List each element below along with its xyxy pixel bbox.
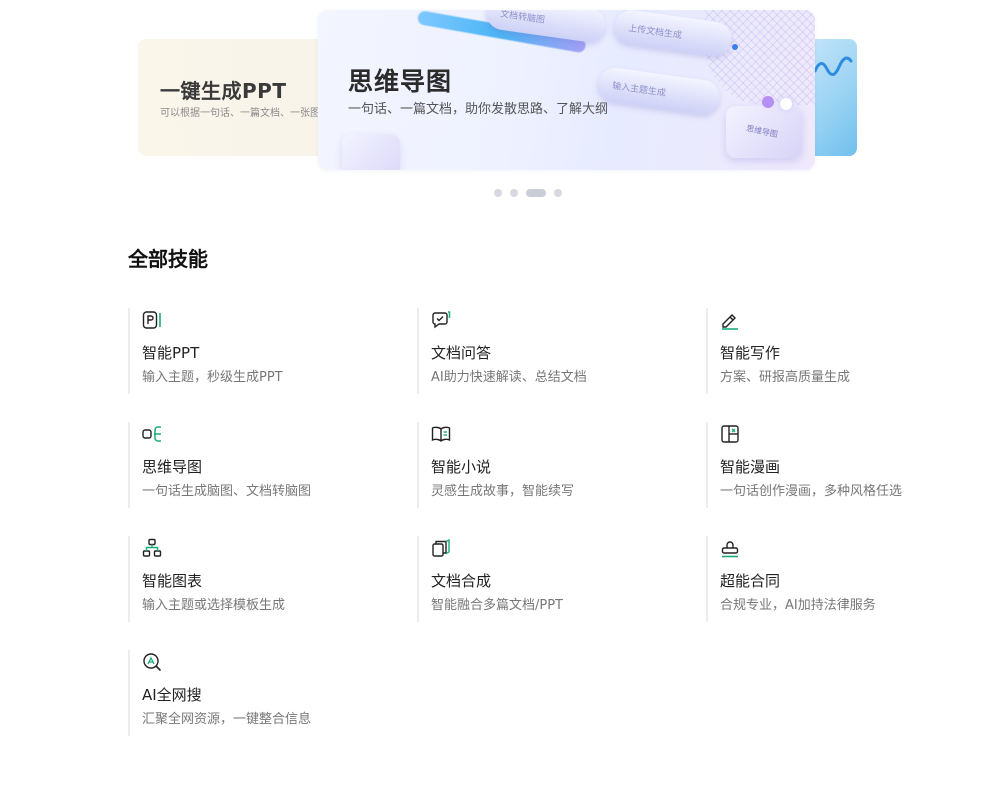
- carousel-pagination: [494, 189, 562, 197]
- skill-description: 方案、研报高质量生成: [720, 370, 851, 385]
- skill-name: 文档合成: [431, 572, 492, 590]
- carousel-dot[interactable]: [494, 189, 502, 197]
- pen-icon: [722, 314, 738, 330]
- skill-description: 智能融合多篇文档/PPT: [431, 598, 563, 613]
- skill-card-novel[interactable]: 智能小说 灵感生成故事，智能续写: [417, 422, 697, 508]
- ppt-icon: [142, 311, 161, 329]
- skill-card-doc-merge[interactable]: 文档合成 智能融合多篇文档/PPT: [417, 536, 697, 622]
- dot-decoration: [780, 98, 792, 110]
- carousel-dot[interactable]: [510, 189, 518, 197]
- slide-description: 一句话、一篇文档，助你发散思路、了解大纲: [348, 102, 609, 117]
- skill-card-mindmap[interactable]: 思维导图 一句话生成脑图、文档转脑图: [128, 422, 408, 508]
- skill-card-writing[interactable]: 智能写作 方案、研报高质量生成: [706, 308, 986, 394]
- skill-description: 合规专业，AI加持法律服务: [720, 598, 876, 613]
- brand-label: 思维导图: [745, 123, 779, 140]
- skill-card-ppt[interactable]: 智能PPT 输入主题，秒级生成PPT: [128, 308, 408, 394]
- skill-name: 智能小说: [431, 458, 492, 476]
- skill-description: 汇聚全网资源，一键整合信息: [142, 712, 312, 727]
- slide-description: 可以根据一句话、一篇文档、一张图: [160, 108, 320, 119]
- comic-panel-icon: [721, 425, 739, 443]
- skill-description: 输入主题，秒级生成PPT: [142, 370, 283, 385]
- skill-card-doc-qa[interactable]: 文档问答 AI助力快速解读、总结文档: [417, 308, 697, 394]
- stamp-icon: [721, 541, 739, 558]
- section-title: 全部技能: [128, 247, 208, 271]
- carousel-dot-active[interactable]: [526, 189, 546, 197]
- skill-name: 智能写作: [720, 344, 781, 362]
- dot-decoration: [762, 96, 774, 108]
- skill-description: AI助力快速解读、总结文档: [431, 370, 587, 385]
- slide-title: 一键生成PPT: [160, 79, 287, 103]
- skill-card-chart[interactable]: 智能图表 输入主题或选择模板生成: [128, 536, 408, 622]
- brand-cube-decoration: 思维导图: [726, 106, 802, 158]
- skill-name: 文档问答: [431, 344, 492, 362]
- deco-pill: 输入主题生成: [596, 65, 722, 117]
- ai-search-icon: [143, 653, 162, 672]
- skill-card-contract[interactable]: 超能合同 合规专业，AI加持法律服务: [706, 536, 986, 622]
- skill-card-ai-search[interactable]: AI全网搜 汇聚全网资源，一键整合信息: [128, 650, 408, 736]
- skill-description: 灵感生成故事，智能续写: [431, 484, 575, 499]
- carousel-dot[interactable]: [554, 189, 562, 197]
- book-icon: [431, 426, 451, 442]
- wave-decoration-icon: [813, 56, 853, 76]
- skill-description: 一句话生成脑图、文档转脑图: [142, 484, 312, 499]
- skill-name: 智能PPT: [142, 344, 200, 362]
- banner-carousel[interactable]: 一键生成PPT 可以根据一句话、一篇文档、一张图 文档转脑图 上传文档生成 输入…: [138, 10, 858, 172]
- skill-description: 输入主题或选择模板生成: [142, 598, 286, 613]
- skill-card-comic[interactable]: 智能漫画 一句话创作漫画，多种风格任选: [706, 422, 986, 508]
- skill-name: 智能图表: [142, 572, 203, 590]
- skill-name: 超能合同: [720, 572, 781, 590]
- chat-check-icon: [432, 311, 451, 329]
- cube-decoration: [342, 134, 400, 170]
- stacked-docs-icon: [432, 538, 450, 557]
- mindmap-icon: [142, 426, 161, 442]
- carousel-slide-mindmap[interactable]: 文档转脑图 上传文档生成 输入主题生成 思维导图 思维导图 一句话、一篇文档，助…: [318, 10, 815, 170]
- org-chart-icon: [142, 538, 162, 557]
- slide-title: 思维导图: [348, 67, 453, 96]
- skill-description: 一句话创作漫画，多种风格任选: [720, 484, 903, 499]
- skill-name: AI全网搜: [142, 686, 202, 704]
- skill-name: 智能漫画: [720, 458, 781, 476]
- dot-decoration: [732, 44, 738, 50]
- skill-name: 思维导图: [142, 458, 203, 476]
